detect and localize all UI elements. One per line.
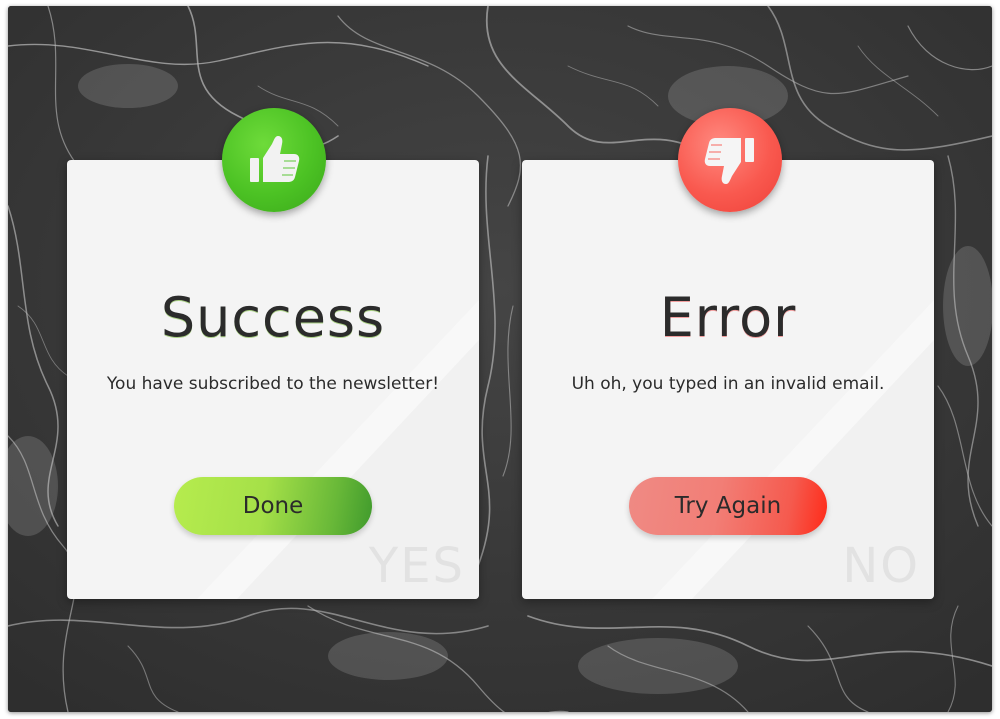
done-button[interactable]: Done xyxy=(174,477,372,535)
marble-background: Success You have subscribed to the newsl… xyxy=(8,6,992,712)
error-badge xyxy=(678,108,782,212)
success-message: You have subscribed to the newsletter! xyxy=(106,374,440,394)
yes-watermark: YES xyxy=(368,538,465,594)
success-title: Success xyxy=(160,286,386,349)
thumbs-up-icon xyxy=(250,136,300,182)
error-card: Error Uh oh, you typed in an invalid ema… xyxy=(522,160,934,599)
error-title: Error xyxy=(659,286,797,349)
thumbs-down-icon xyxy=(704,138,754,184)
error-message: Uh oh, you typed in an invalid email. xyxy=(571,374,885,394)
try-again-button[interactable]: Try Again xyxy=(629,477,827,535)
success-badge xyxy=(222,108,326,212)
success-card: Success You have subscribed to the newsl… xyxy=(67,160,479,599)
no-watermark: NO xyxy=(842,538,920,594)
